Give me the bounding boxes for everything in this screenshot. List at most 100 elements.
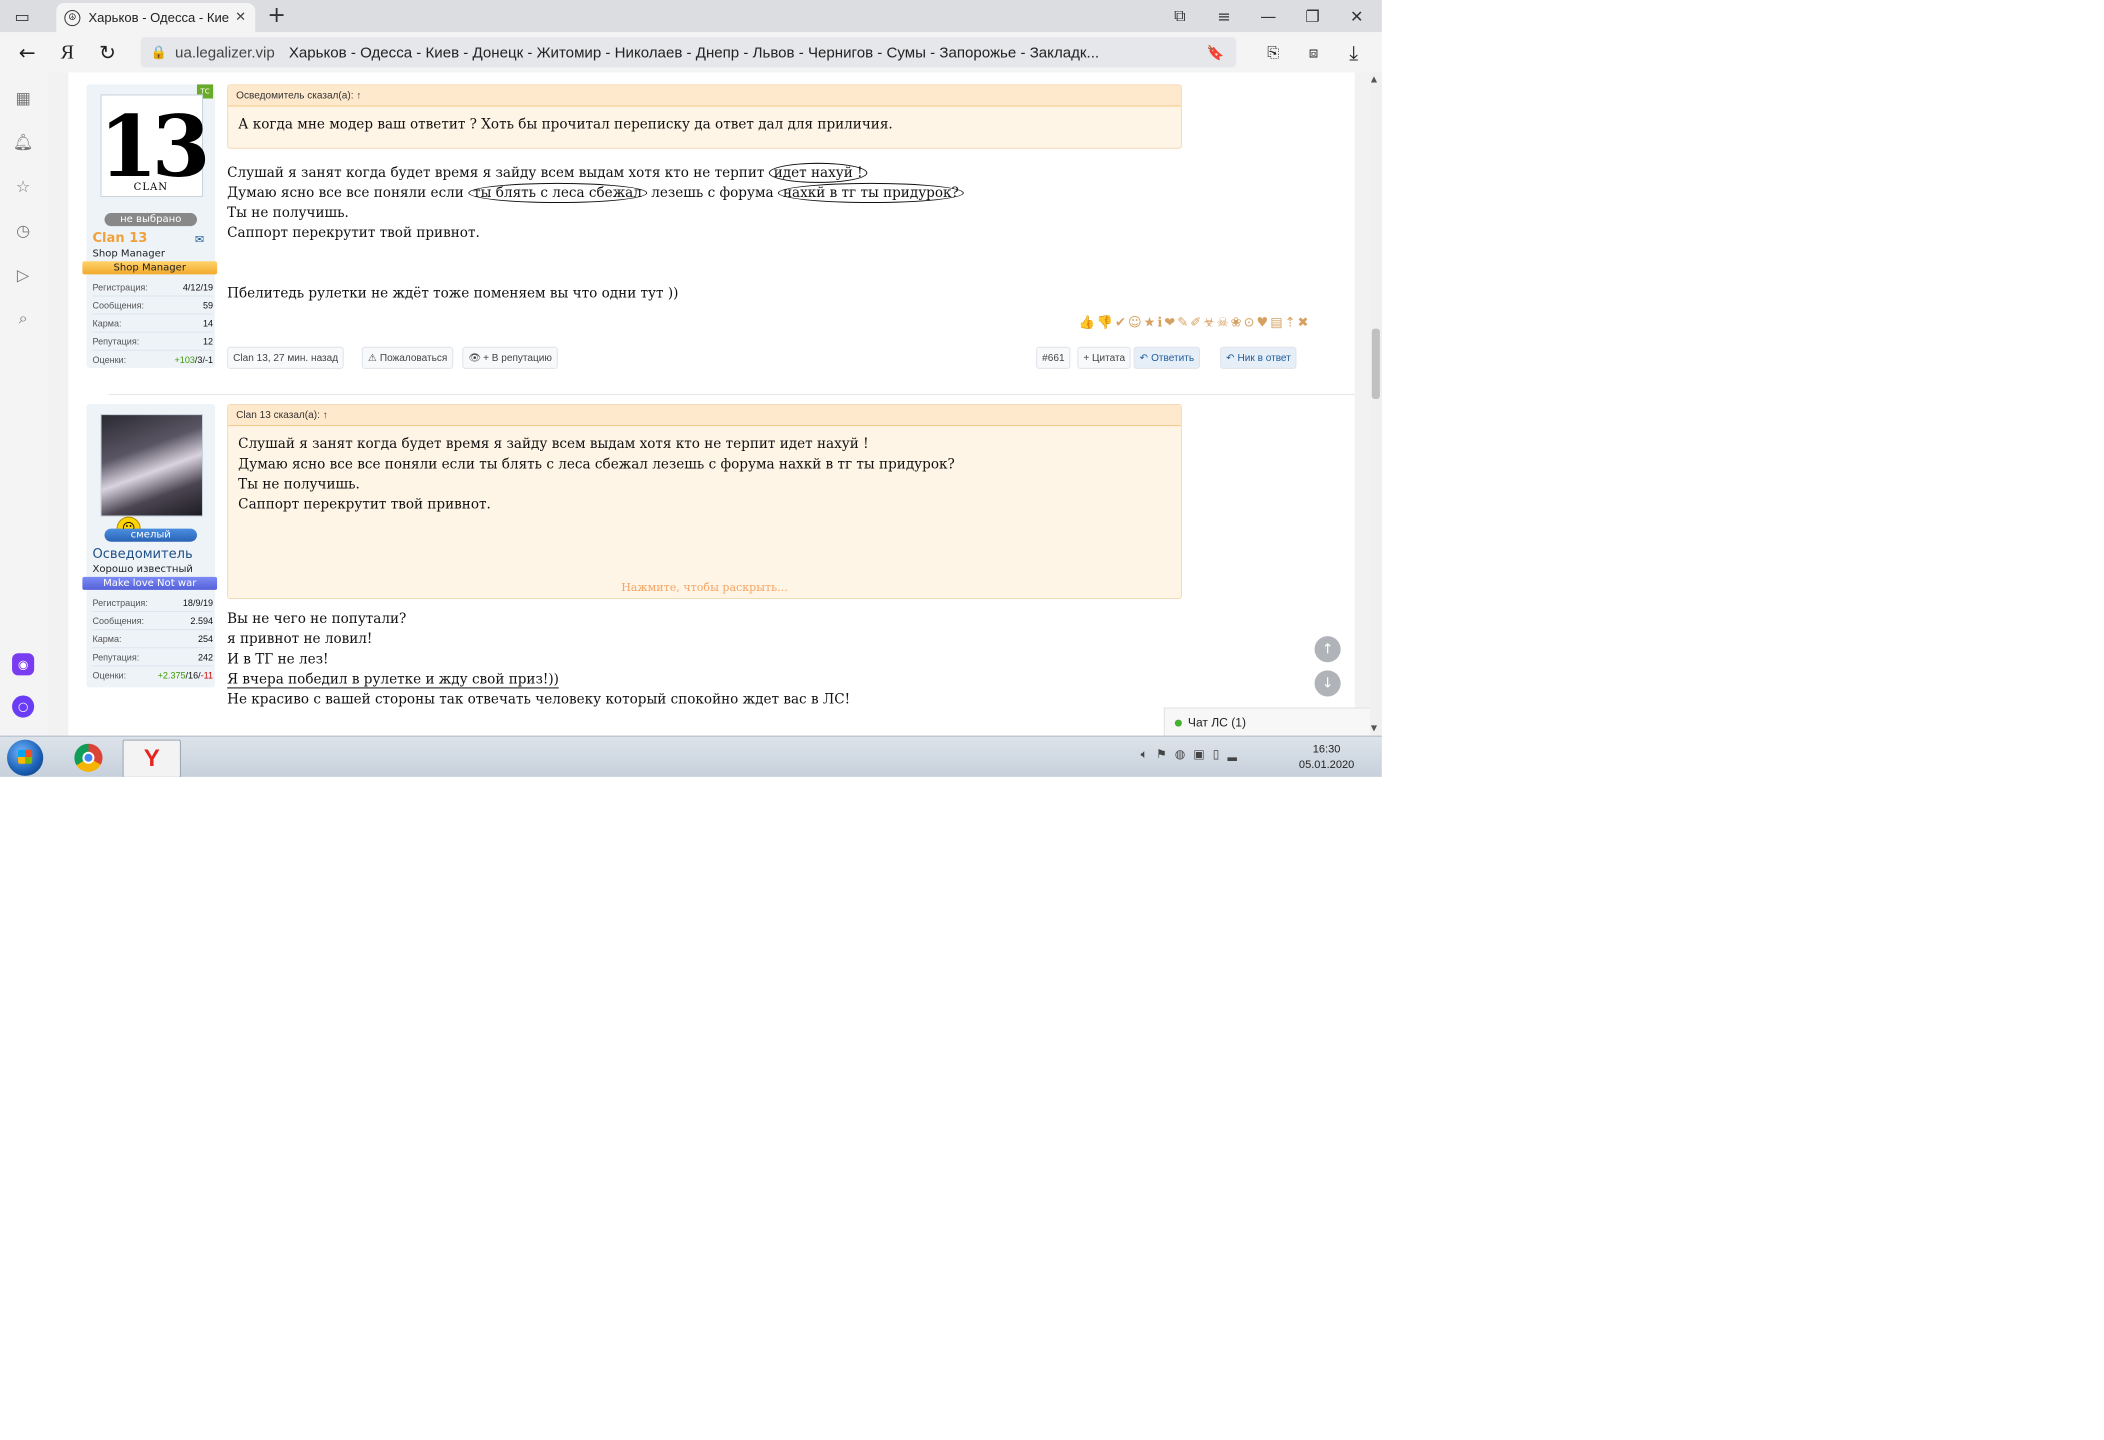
quote-header[interactable]: Clan 13 сказал(а): ↑ [228,405,1181,427]
post-line: Ты не получишь. [227,205,349,222]
thread-content: ТС 13 CLAN не выбрано Clan 13 ✉ Shop Man… [68,72,1355,736]
avatar-caption: CLAN [133,181,169,193]
clock-date: 05.01.2020 [1298,758,1355,771]
history-clock-icon[interactable]: ◷ [12,219,34,241]
url-page-title: Харьков - Одесса - Киев - Донецк - Житом… [288,43,1100,61]
reply-button[interactable]: ↶ Ответить [1133,346,1201,369]
author-card: ТС 13 CLAN не выбрано Clan 13 ✉ Shop Man… [82,84,218,368]
status-badge: смелый [104,528,197,542]
start-button[interactable] [7,739,44,776]
post-line: Думаю ясно все все поняли если ты блять … [227,182,964,204]
url-domain: ua.legalizer.vip [175,43,275,61]
browser-tab[interactable]: ☮ Харьков - Одесса - Киев ✕ [56,3,256,33]
web-page: ТС 13 CLAN не выбрано Clan 13 ✉ Shop Man… [48,72,1370,736]
quote-header[interactable]: Осведомитель сказал(а): ↑ [228,85,1181,107]
url-field[interactable]: 🔒 ua.legalizer.vip Харьков - Одесса - Ки… [140,37,1237,68]
post-line: Пбелитедь рулетки не ждёт тоже поменяем … [227,285,679,302]
reactions-bar[interactable]: 👍👎✔☺★ℹ❤✎✐☣☠❀⊙♥▤⇡✖ [1078,316,1310,331]
download-icon[interactable]: ⤓ [1339,38,1369,66]
reader-icon[interactable]: ⧈ [1298,38,1328,66]
lock-icon: 🔒 [150,44,168,60]
messenger-icon[interactable]: ◉ [12,653,35,676]
expand-quote-link[interactable]: Нажмите, чтобы раскрыть... [228,581,1181,594]
post-line [227,263,964,283]
username[interactable]: Осведомитель [92,547,192,562]
stat-row: Регистрация: 4/12/19 [92,281,214,292]
author-card: ☺ смелый Осведомитель Хорошо известный M… [82,404,218,688]
post-number[interactable]: #661 [1036,346,1071,369]
status-badge: не выбрано [104,213,197,227]
yandex-taskbar-app[interactable]: Y [122,739,181,777]
back-arrow-icon[interactable]: ← [12,38,42,66]
tabs-manager-icon[interactable]: ⧉ [1158,0,1202,32]
chrome-icon [74,743,103,772]
bookmark-icon[interactable]: 🔖 [1207,44,1225,61]
nick-reply-button[interactable]: ↶ Ник в ответ [1220,346,1297,369]
yandex-logo-icon[interactable]: Я [52,38,82,66]
search-doc-icon[interactable]: ⌕ [12,308,34,330]
post-meta[interactable]: Clan 13, 27 мин. назад [227,346,345,369]
post-footer: Clan 13, 27 мин. назад ⚠ Пожаловаться 👁︎ +… [227,346,1353,369]
reputation-button[interactable]: 👁︎ + В репутацию [462,346,558,369]
tab-title: Харьков - Одесса - Киев [88,10,230,26]
screen: ▭ ☮ Харьков - Одесса - Киев ✕ + ⧉ ≡ — ❐ … [0,0,1382,777]
close-tab-icon[interactable]: ✕ [235,10,246,25]
apps-grid-icon[interactable]: ▦ [12,86,34,108]
yandex-icon: Y [143,744,160,772]
windows-logo-icon [18,749,33,764]
user-banner: Make love Not war [82,576,218,590]
minimize-icon[interactable]: — [1246,0,1290,32]
avatar[interactable]: 13 CLAN [99,94,210,197]
post-line: И в ТГ не лез! [227,651,329,668]
scroll-down-arrow-icon[interactable]: ▼ [1371,724,1377,733]
stat-row: Сообщения: 2.594 [92,611,214,629]
quote-text: Слушай я занят когда будет время я зайду… [238,436,955,513]
post-line: Я вчера победил в рулетке и жду свой при… [227,671,559,689]
translate-icon[interactable]: ⎘ [1258,38,1288,66]
user-title: Shop Manager [92,248,165,260]
username[interactable]: Clan 13 [92,231,147,246]
system-tray[interactable]: 🔈︎⚑◍▣▯▂ [1141,747,1245,762]
chrome-taskbar-app[interactable] [60,740,116,776]
avatar[interactable] [100,414,204,517]
quote-text: А когда мне модер ваш ответит ? Хоть бы … [238,116,893,133]
ratings-row: Оценки: +103/3/-1 [92,349,214,368]
stat-row: Карма: 254 [92,629,214,647]
restore-icon[interactable]: ❐ [1290,0,1334,32]
report-button[interactable]: ⚠ Пожаловаться [361,346,454,369]
ratings-row: Оценки: +2.375/16/-11 [92,665,214,683]
post-divider [108,393,1355,395]
stat-row: Репутация: 12 [92,331,214,350]
scrollbar-thumb[interactable] [1371,328,1380,399]
address-bar-row: ← Я ↻ 🔒 ua.legalizer.vip Харьков - Одесс… [0,32,1382,73]
warning-icon: ⚠ [367,352,377,364]
page-scrollbar[interactable]: ▲ ▼ [1369,72,1382,736]
bell-icon[interactable]: 🔔︎ [12,131,34,153]
menu-icon[interactable]: ≡ [1202,0,1246,32]
quote-block: Осведомитель сказал(а): ↑ А когда мне мо… [227,84,1182,149]
sidebar-toggle-icon[interactable]: ▭ [0,0,44,32]
user-stats: Регистрация: 18/9/19 Сообщения: 2.594 Карм… [92,594,214,683]
post-text: Вы не чего не попутали? я привнот не лов… [227,609,850,710]
post-line: Слушай я занят когда будет время я зайду… [227,162,964,183]
scroll-up-icon[interactable]: ↑ [1314,636,1341,663]
alice-assistant-icon[interactable]: ○ [12,695,35,718]
scroll-down-icon[interactable]: ↓ [1314,670,1341,697]
star-icon[interactable]: ☆ [12,175,34,197]
envelope-icon[interactable]: ✉ [195,233,204,246]
play-icon[interactable]: ▷ [12,263,34,285]
taskbar-clock[interactable]: 16:30 05.01.2020 [1296,743,1356,773]
post-line: Саппорт перекрутит твой привнот. [227,225,480,242]
clock-time: 16:30 [1312,743,1341,756]
chat-label: Чат ЛС (1) [1187,715,1246,730]
close-window-icon[interactable]: ✕ [1335,0,1379,32]
user-banner: Shop Manager [82,261,218,275]
private-chat-widget[interactable]: Чат ЛС (1) » [1163,707,1370,736]
quote-button[interactable]: + Цитата [1077,346,1132,369]
scroll-up-arrow-icon[interactable]: ▲ [1371,74,1377,83]
stat-row: Регистрация: 18/9/19 [92,597,214,608]
reload-icon[interactable]: ↻ [92,38,122,66]
stat-row: Репутация: 242 [92,647,214,665]
user-stats: Регистрация: 4/12/19 Сообщения: 59 Карма: 1… [92,278,214,368]
new-tab-icon[interactable]: + [267,3,286,28]
